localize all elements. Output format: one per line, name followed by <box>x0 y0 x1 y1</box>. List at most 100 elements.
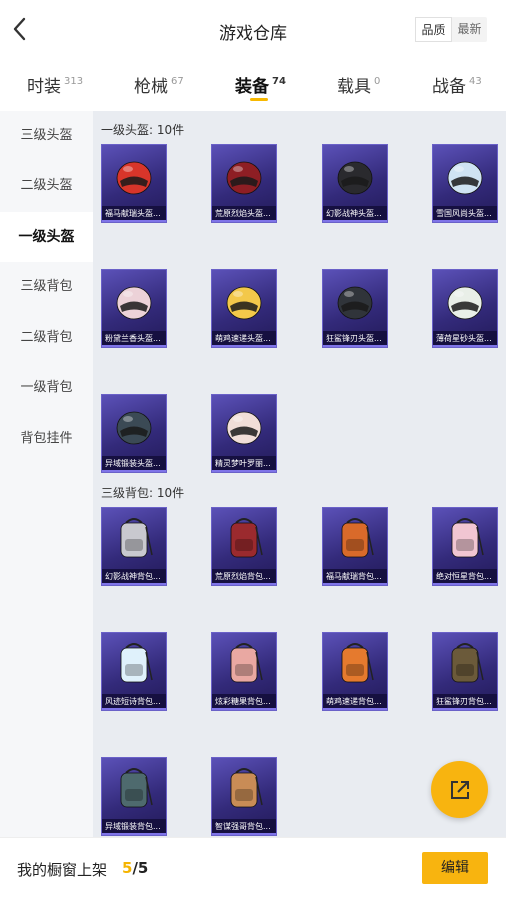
sort-option-newest[interactable]: 最新 <box>452 17 487 42</box>
tab-count: 43 <box>469 76 482 87</box>
sidebar-item-level1-backpack[interactable]: 一级背包 <box>0 363 93 413</box>
rarity-bar <box>433 708 497 710</box>
item-image <box>102 395 166 457</box>
helmet-icon <box>447 286 483 320</box>
tab-supplies[interactable]: 战备 43 <box>432 72 482 97</box>
item-card[interactable]: 粉黛兰香头盔... <box>101 269 167 348</box>
item-image <box>323 270 387 332</box>
helmet-icon <box>447 161 483 195</box>
sidebar-item-level3-helmet[interactable]: 三级头盔 <box>0 111 93 161</box>
backpack-icon <box>451 643 484 683</box>
section-title: 三级背包: 10件 <box>101 486 185 500</box>
rarity-bar <box>212 833 276 835</box>
backpack-icon <box>120 518 153 558</box>
helmet-icon <box>337 286 373 320</box>
backpack-icon <box>120 643 153 683</box>
item-image <box>102 508 166 570</box>
item-card[interactable]: 荒原烈焰头盔... <box>211 144 277 223</box>
sidebar-item-backpack-charm[interactable]: 背包挂件 <box>0 414 93 464</box>
tab-guns[interactable]: 枪械 67 <box>134 72 184 97</box>
sidebar-item-level1-helmet[interactable]: 一级头盔 <box>0 212 93 262</box>
item-card[interactable]: 炫彩糖果背包... <box>211 632 277 711</box>
item-card[interactable]: 狂鲨锋刃头盔... <box>322 269 388 348</box>
share-button[interactable] <box>431 761 488 818</box>
item-card[interactable]: 萌鸡速递头盔... <box>211 269 277 348</box>
rarity-bar <box>102 583 166 585</box>
item-image <box>102 270 166 332</box>
sort-option-quality[interactable]: 品质 <box>415 17 452 42</box>
item-image <box>212 508 276 570</box>
shelf-label: 我的橱窗上架 <box>17 861 108 879</box>
sidebar-item-level2-backpack[interactable]: 二级背包 <box>0 313 93 363</box>
item-image <box>433 633 497 695</box>
tab-count: 0 <box>374 76 381 87</box>
item-image <box>102 145 166 207</box>
active-tab-indicator <box>250 98 268 101</box>
rarity-bar <box>212 708 276 710</box>
item-image <box>212 270 276 332</box>
sidebar-item-level2-helmet[interactable]: 二级头盔 <box>0 161 93 211</box>
item-card[interactable]: 狂鲨锋刃背包... <box>432 632 498 711</box>
sort-toggle: 品质 最新 <box>415 17 487 42</box>
backpack-icon <box>341 643 374 683</box>
item-image <box>212 758 276 820</box>
item-image <box>433 270 497 332</box>
helmet-icon <box>226 286 262 320</box>
item-card[interactable]: 幻影战神头盔... <box>322 144 388 223</box>
rarity-bar <box>433 345 497 347</box>
edit-button[interactable]: 编辑 <box>422 852 488 884</box>
item-card[interactable]: 荒原烈焰背包... <box>211 507 277 586</box>
item-card[interactable]: 福马献瑞背包... <box>322 507 388 586</box>
rarity-bar <box>102 470 166 472</box>
helmet-icon <box>116 161 152 195</box>
item-card[interactable]: 幻影战神背包... <box>101 507 167 586</box>
item-image <box>433 145 497 207</box>
tab-count: 74 <box>272 76 286 87</box>
item-image <box>212 633 276 695</box>
rarity-bar <box>102 220 166 222</box>
tab-count: 67 <box>171 76 184 87</box>
backpack-icon <box>230 518 263 558</box>
item-image <box>323 145 387 207</box>
shelf-count: 5/5 <box>122 859 149 877</box>
item-card[interactable]: 薄荷星砂头盔... <box>432 269 498 348</box>
rarity-bar <box>433 220 497 222</box>
item-card[interactable]: 异域锻装背包... <box>101 757 167 836</box>
rarity-bar <box>102 833 166 835</box>
item-card[interactable]: 萌鸡速递背包... <box>322 632 388 711</box>
item-image <box>102 758 166 820</box>
rarity-bar <box>323 345 387 347</box>
rarity-bar <box>102 708 166 710</box>
item-grid: 一级头盔: 10件 福马献瑞头盔... 荒原烈焰头盔... 幻影战神头盔... 雪国风… <box>93 111 506 837</box>
tab-fashion[interactable]: 时装 313 <box>27 72 83 97</box>
item-card[interactable]: 风迹短诗背包... <box>101 632 167 711</box>
rarity-bar <box>212 345 276 347</box>
sidebar: 三级头盔 二级头盔 一级头盔 三级背包 二级背包 一级背包 背包挂件 <box>0 111 93 837</box>
helmet-icon <box>226 411 262 445</box>
tab-equipment[interactable]: 装备 74 <box>235 72 286 97</box>
item-card[interactable]: 绝对恒星背包... <box>432 507 498 586</box>
sidebar-item-level3-backpack[interactable]: 三级背包 <box>0 262 93 312</box>
rarity-bar <box>433 583 497 585</box>
item-image <box>433 508 497 570</box>
item-card[interactable]: 精灵梦叶罗丽... <box>211 394 277 473</box>
item-card[interactable]: 异域锻装头盔... <box>101 394 167 473</box>
header: 游戏仓库 品质 最新 <box>0 0 506 58</box>
item-card[interactable]: 福马献瑞头盔... <box>101 144 167 223</box>
backpack-icon <box>230 768 263 808</box>
tab-count: 313 <box>64 76 84 87</box>
rarity-bar <box>323 583 387 585</box>
helmet-icon <box>116 411 152 445</box>
item-card[interactable]: 雪国风尚头盔... <box>432 144 498 223</box>
backpack-icon <box>341 518 374 558</box>
rarity-bar <box>102 345 166 347</box>
rarity-bar <box>212 220 276 222</box>
helmet-icon <box>337 161 373 195</box>
section-title: 一级头盔: 10件 <box>101 123 185 137</box>
tab-vehicles[interactable]: 载具 0 <box>337 72 380 97</box>
item-image <box>323 633 387 695</box>
rarity-bar <box>323 708 387 710</box>
item-card[interactable]: 智谋强哥背包... <box>211 757 277 836</box>
bottom-bar: 我的橱窗上架 5/5 编辑 <box>0 837 506 898</box>
external-link-icon <box>451 781 469 799</box>
